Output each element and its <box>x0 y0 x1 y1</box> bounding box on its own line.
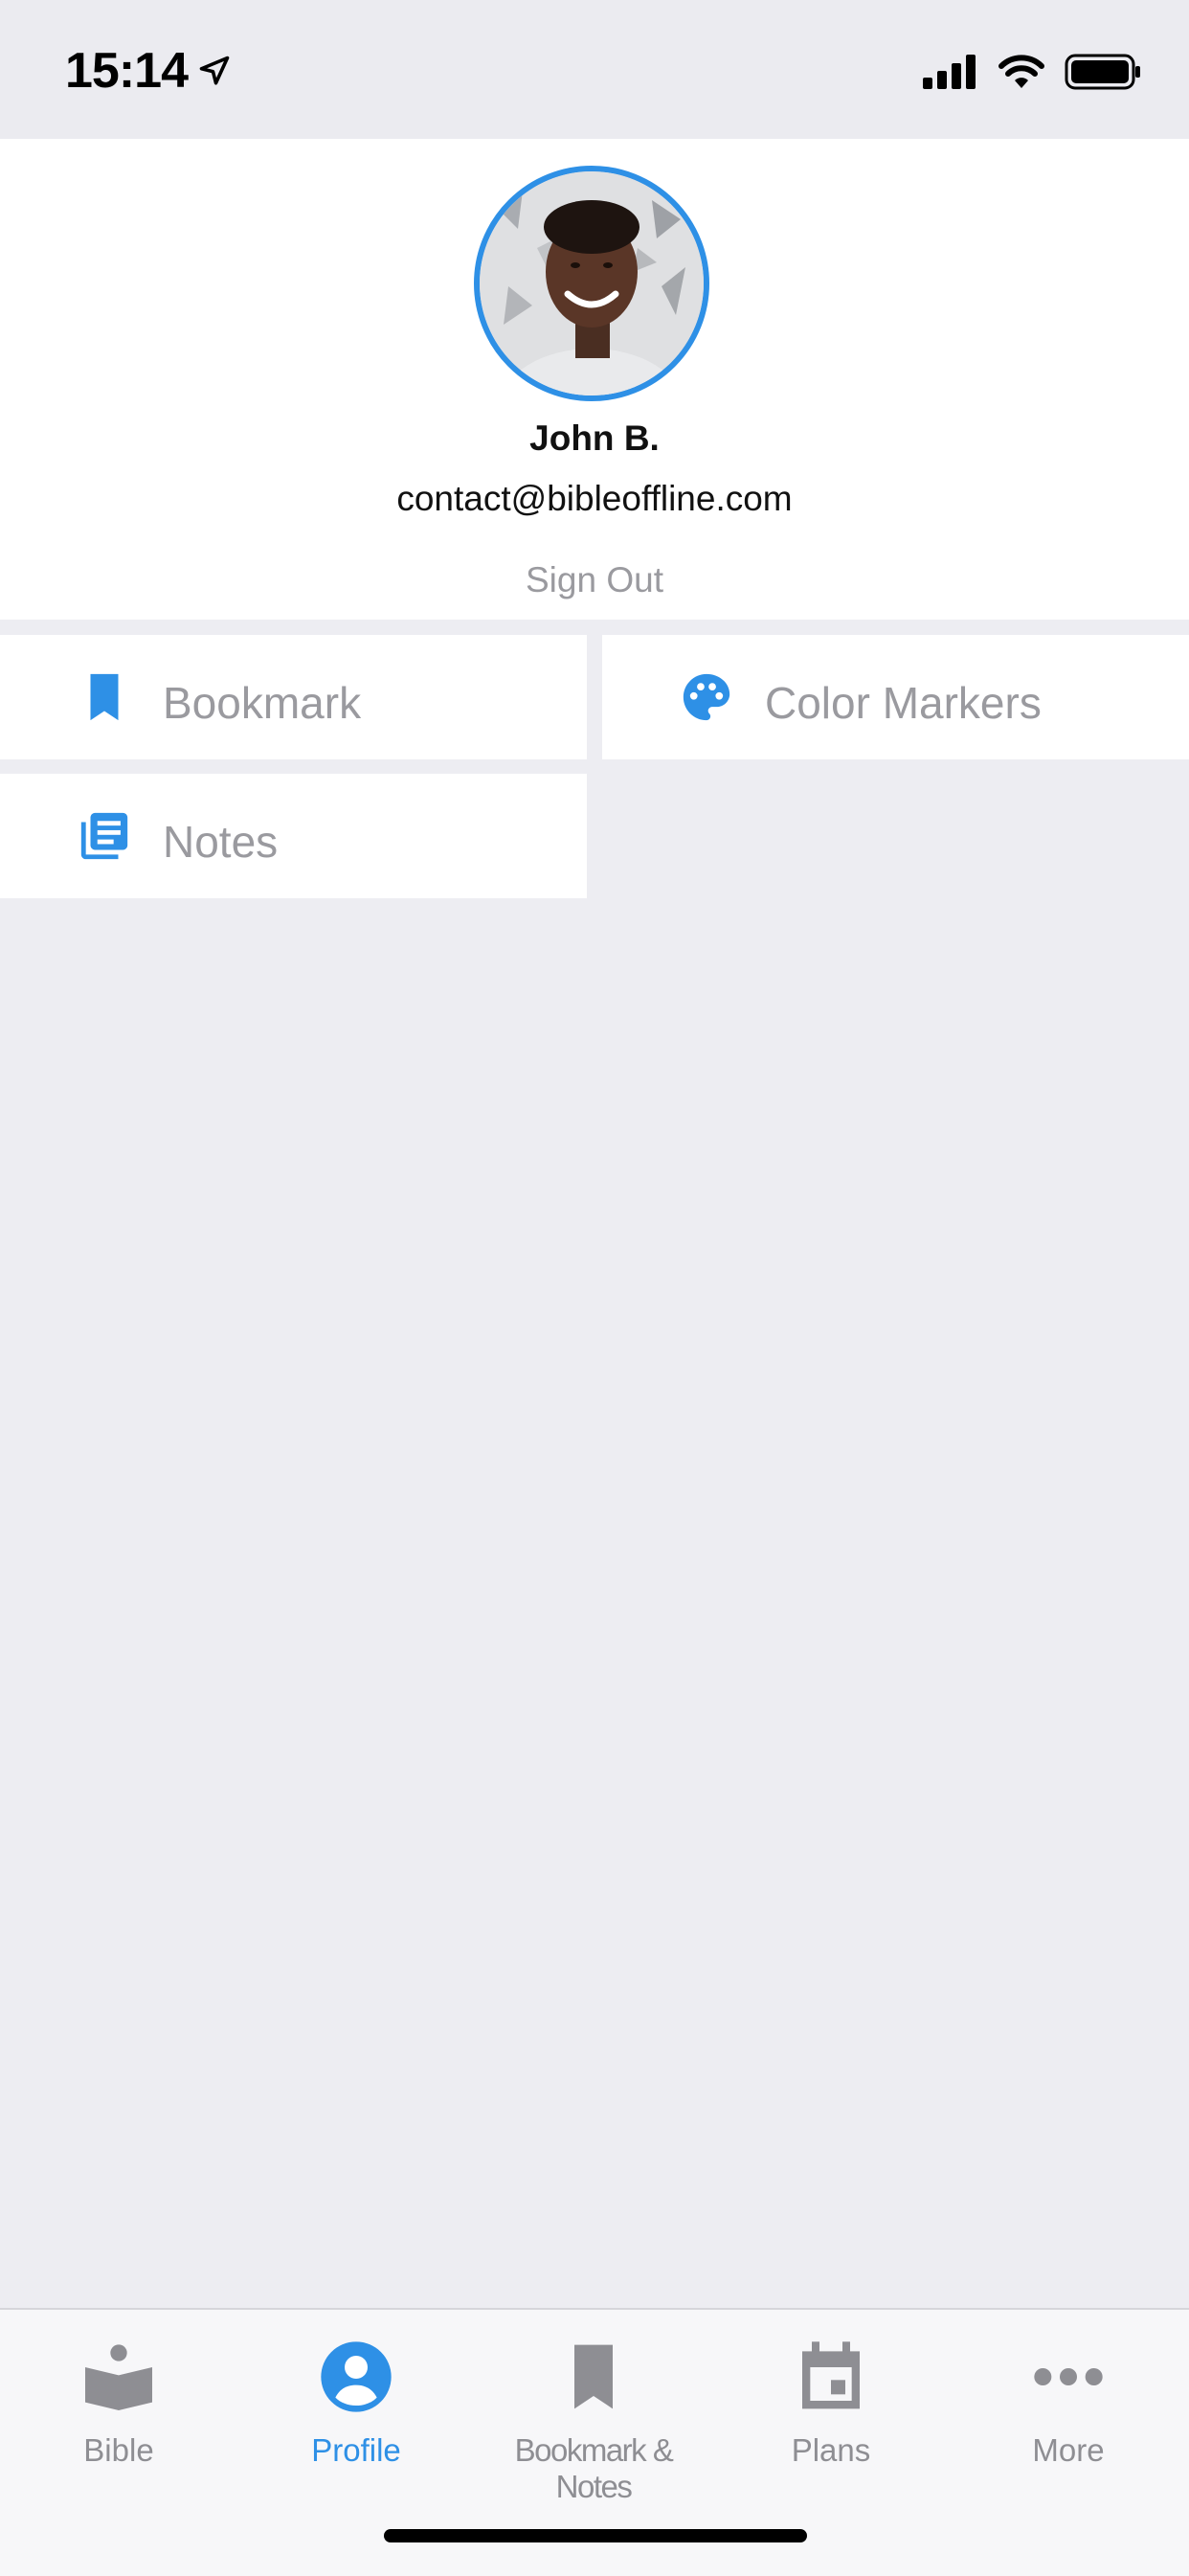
tab-bible-label: Bible <box>83 2432 154 2468</box>
tab-profile[interactable]: Profile <box>237 2310 475 2501</box>
avatar-photo <box>480 171 704 395</box>
cellular-signal-icon <box>923 55 976 89</box>
more-icon <box>1034 2368 1103 2385</box>
tab-bookmark-notes-label: Bookmark & Notes <box>514 2432 674 2504</box>
bookmark-label: Bookmark <box>163 678 362 728</box>
tab-plans[interactable]: Plans <box>712 2310 950 2501</box>
tab-more[interactable]: More <box>950 2310 1187 2501</box>
tab-bookmark-notes[interactable]: Bookmark & Notes <box>475 2310 712 2504</box>
location-arrow-icon <box>199 56 230 85</box>
status-indicators <box>923 48 1141 96</box>
battery-icon <box>1065 54 1140 90</box>
wifi-icon <box>998 55 1044 88</box>
tab-more-label: More <box>1032 2432 1105 2468</box>
calendar-icon <box>802 2341 860 2409</box>
palette-icon <box>683 673 730 721</box>
bookmark-tile[interactable]: Bookmark <box>0 635 587 759</box>
profile-card: John B. contact@bibleoffline.com Sign Ou… <box>0 139 1189 620</box>
notes-tile[interactable]: Notes <box>0 774 587 898</box>
tab-plans-label: Plans <box>791 2432 871 2468</box>
home-indicator <box>384 2529 807 2542</box>
user-name: John B. <box>529 418 660 458</box>
sign-out-button[interactable]: Sign Out <box>0 560 1189 600</box>
color-markers-label: Color Markers <box>765 678 1042 728</box>
bookmark-tab-icon <box>574 2344 613 2409</box>
notes-icon <box>80 812 128 860</box>
user-email: contact@bibleoffline.com <box>396 479 793 518</box>
tab-bible[interactable]: Bible <box>0 2310 237 2501</box>
status-bar: 15:14 <box>0 0 1189 139</box>
status-time: 15:14 <box>65 43 189 99</box>
bookmark-icon <box>90 673 119 721</box>
notes-label: Notes <box>163 817 279 867</box>
avatar[interactable] <box>474 166 709 401</box>
profile-icon <box>321 2341 392 2412</box>
bible-icon <box>85 2344 152 2410</box>
tab-profile-label: Profile <box>311 2432 401 2468</box>
color-markers-tile[interactable]: Color Markers <box>602 635 1189 759</box>
